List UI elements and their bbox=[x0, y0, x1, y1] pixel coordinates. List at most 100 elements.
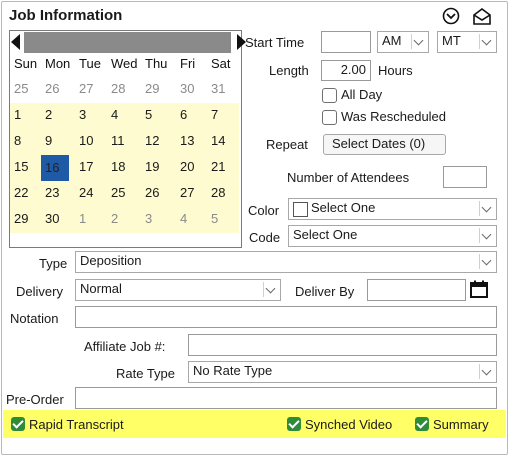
calendar-day-selected[interactable]: 16 bbox=[41, 155, 69, 181]
timezone-value: MT bbox=[442, 33, 461, 48]
calendar-icon[interactable] bbox=[469, 279, 489, 299]
type-label: Type bbox=[39, 256, 68, 271]
calendar-day[interactable]: 14 bbox=[211, 133, 237, 148]
calendar-day[interactable]: 31 bbox=[211, 81, 237, 96]
calendar-day[interactable]: 28 bbox=[111, 81, 137, 96]
calendar-day[interactable]: 3 bbox=[145, 211, 171, 226]
pre-order-input[interactable] bbox=[75, 387, 497, 409]
timezone-select[interactable]: MT bbox=[437, 31, 497, 53]
calendar-day[interactable]: 5 bbox=[211, 211, 237, 226]
rate-type-select[interactable]: No Rate Type bbox=[188, 361, 497, 383]
calendar-day[interactable]: 25 bbox=[111, 185, 137, 200]
dow-sun: Sun bbox=[14, 56, 38, 71]
attendees-input[interactable] bbox=[443, 166, 487, 188]
summary-checkbox[interactable] bbox=[415, 417, 429, 431]
color-select[interactable]: Select One bbox=[288, 198, 497, 220]
calendar-day[interactable]: 26 bbox=[145, 185, 171, 200]
pre-order-label: Pre-Order bbox=[6, 392, 64, 407]
calendar-day[interactable]: 27 bbox=[79, 81, 105, 96]
ampm-value: AM bbox=[382, 33, 402, 48]
delivery-label: Delivery bbox=[16, 284, 63, 299]
affiliate-job-label: Affiliate Job #: bbox=[84, 339, 166, 354]
calendar-week: 1234567 bbox=[10, 103, 239, 129]
rescheduled-checkbox[interactable] bbox=[322, 110, 337, 125]
calendar-day[interactable]: 19 bbox=[145, 159, 171, 174]
type-select[interactable]: Deposition bbox=[75, 251, 497, 273]
calendar-day[interactable]: 17 bbox=[79, 159, 105, 174]
code-value: Select One bbox=[293, 227, 358, 242]
calendar-day[interactable]: 4 bbox=[180, 211, 206, 226]
chevron-down-icon bbox=[411, 34, 426, 49]
calendar-day[interactable]: 26 bbox=[45, 81, 71, 96]
calendar-day[interactable]: 9 bbox=[45, 133, 71, 148]
deliver-by-label: Deliver By bbox=[295, 284, 355, 299]
dow-tue: Tue bbox=[79, 56, 101, 71]
calendar-day[interactable]: 28 bbox=[211, 185, 237, 200]
affiliate-job-input[interactable] bbox=[188, 334, 497, 356]
calendar-day[interactable]: 4 bbox=[111, 107, 137, 122]
calendar-day[interactable]: 24 bbox=[79, 185, 105, 200]
calendar-day[interactable]: 7 bbox=[211, 107, 237, 122]
rescheduled-label: Was Rescheduled bbox=[341, 109, 447, 124]
length-label: Length bbox=[269, 63, 309, 78]
calendar-week: 25 26 27 28 29 30 31 bbox=[10, 77, 239, 103]
synched-video-checkbox[interactable] bbox=[287, 417, 301, 431]
calendar-day[interactable]: 22 bbox=[14, 185, 40, 200]
calendar-day[interactable]: 15 bbox=[14, 159, 40, 174]
calendar-nav bbox=[9, 30, 246, 56]
calendar-day[interactable]: 11 bbox=[111, 133, 137, 148]
code-label: Code bbox=[249, 230, 281, 245]
prev-month-icon[interactable] bbox=[11, 34, 20, 50]
delivery-value: Normal bbox=[80, 281, 122, 296]
calendar-day[interactable]: 8 bbox=[14, 133, 40, 148]
color-label: Color bbox=[248, 203, 280, 218]
start-time-label: Start Time bbox=[245, 35, 305, 50]
calendar-day[interactable]: 21 bbox=[211, 159, 237, 174]
calendar-day[interactable]: 2 bbox=[111, 211, 137, 226]
calendar-day[interactable]: 10 bbox=[79, 133, 105, 148]
envelope-open-icon[interactable] bbox=[472, 6, 492, 26]
panel-title: Job Information bbox=[9, 7, 123, 24]
calendar-week: 29 30 1 2 3 4 5 bbox=[10, 207, 239, 233]
calendar-day[interactable]: 29 bbox=[145, 81, 171, 96]
color-value: Select One bbox=[311, 200, 376, 215]
chevron-down-icon bbox=[263, 282, 278, 297]
notation-input[interactable] bbox=[75, 306, 497, 328]
type-value: Deposition bbox=[80, 253, 142, 268]
calendar-day[interactable]: 2 bbox=[45, 107, 71, 122]
calendar-day[interactable]: 5 bbox=[145, 107, 171, 122]
chevron-down-icon bbox=[479, 201, 494, 216]
calendar-day[interactable]: 13 bbox=[180, 133, 206, 148]
all-day-checkbox[interactable] bbox=[322, 88, 337, 103]
calendar-day[interactable]: 1 bbox=[79, 211, 105, 226]
calendar-day[interactable]: 12 bbox=[145, 133, 171, 148]
calendar-day[interactable]: 25 bbox=[14, 81, 40, 96]
deliver-by-input[interactable] bbox=[367, 279, 466, 301]
calendar-day[interactable]: 18 bbox=[111, 159, 137, 174]
collapse-icon[interactable] bbox=[442, 7, 460, 25]
rate-type-label: Rate Type bbox=[116, 366, 176, 381]
dow-wed: Wed bbox=[111, 56, 138, 71]
chevron-down-icon bbox=[479, 34, 494, 49]
calendar-day[interactable]: 27 bbox=[180, 185, 206, 200]
code-select[interactable]: Select One bbox=[288, 225, 497, 247]
ampm-select[interactable]: AM bbox=[377, 31, 429, 53]
notation-label: Notation bbox=[10, 311, 59, 326]
calendar-day[interactable]: 20 bbox=[180, 159, 206, 174]
calendar-day[interactable]: 3 bbox=[79, 107, 105, 122]
start-time-input[interactable] bbox=[321, 31, 371, 53]
length-input[interactable]: 2.00 bbox=[321, 60, 371, 81]
chevron-down-icon bbox=[479, 254, 494, 269]
select-dates-button[interactable]: Select Dates (0) bbox=[323, 134, 446, 155]
all-day-label: All Day bbox=[341, 87, 383, 102]
calendar-day[interactable]: 29 bbox=[14, 211, 40, 226]
summary-label: Summary bbox=[433, 417, 489, 432]
chevron-down-icon bbox=[479, 364, 494, 379]
calendar-day[interactable]: 1 bbox=[14, 107, 40, 122]
rapid-transcript-checkbox[interactable] bbox=[11, 417, 25, 431]
calendar-day[interactable]: 30 bbox=[180, 81, 206, 96]
calendar-day[interactable]: 23 bbox=[45, 185, 71, 200]
calendar-day[interactable]: 6 bbox=[180, 107, 206, 122]
calendar-day[interactable]: 30 bbox=[45, 211, 71, 226]
delivery-select[interactable]: Normal bbox=[75, 279, 281, 301]
